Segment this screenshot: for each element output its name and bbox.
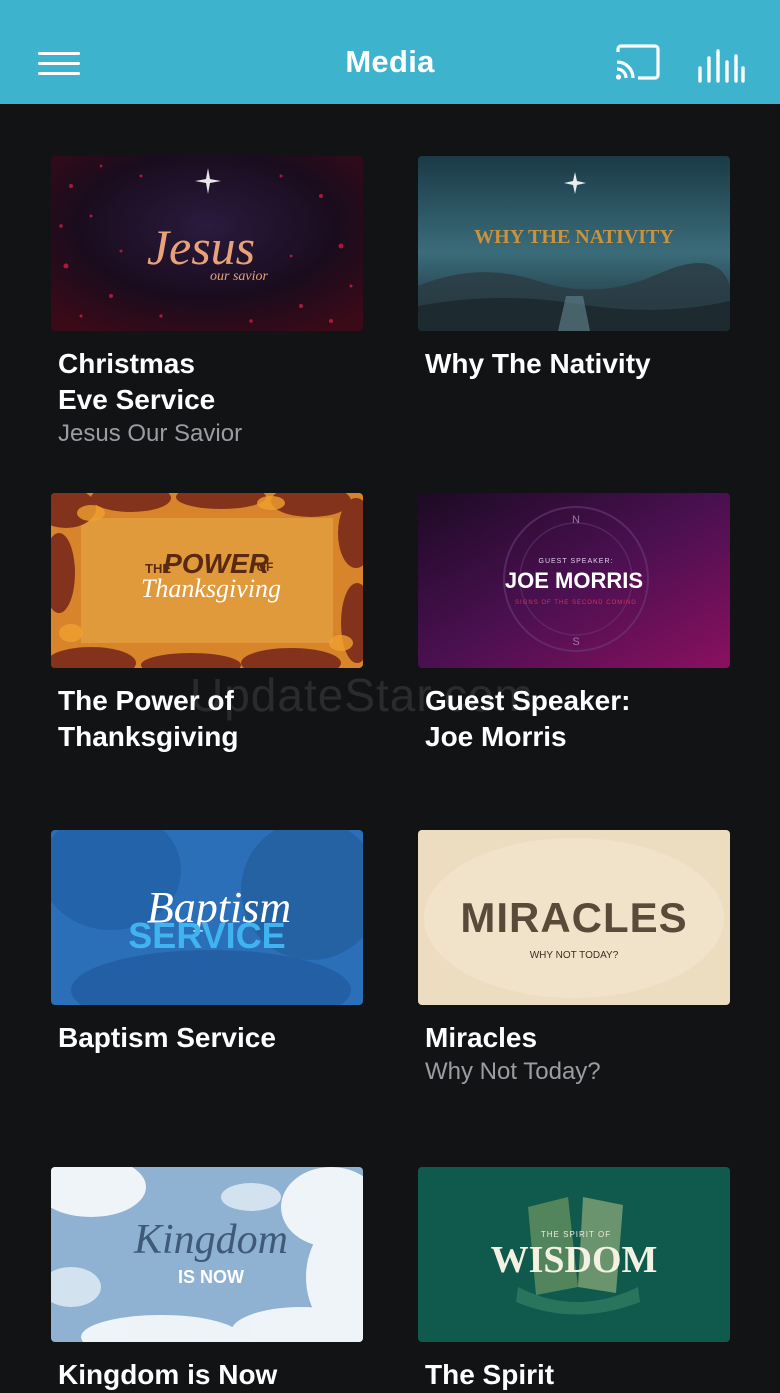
media-thumbnail[interactable]: MIRACLES WHY NOT TODAY?	[418, 830, 730, 1005]
kingdom-artwork: Kingdom IS NOW	[51, 1167, 363, 1342]
nativity-artwork: WHY THE NATIVITY	[418, 156, 730, 331]
svg-text:Jesus: Jesus	[147, 219, 255, 275]
svg-text:SERVICE: SERVICE	[128, 915, 285, 956]
media-thumbnail[interactable]: Jesus our savior	[51, 156, 363, 331]
svg-text:JOE MORRIS: JOE MORRIS	[505, 568, 643, 593]
svg-text:MIRACLES: MIRACLES	[460, 894, 687, 941]
cast-icon	[615, 44, 660, 80]
media-subtitle: Jesus Our Savior	[58, 420, 243, 447]
svg-text:Thanksgiving: Thanksgiving	[141, 574, 281, 603]
wisdom-artwork: THE SPIRIT OF WISDOM	[418, 1167, 730, 1342]
svg-text:S: S	[572, 636, 579, 648]
media-thumbnail[interactable]: Baptism SERVICE	[51, 830, 363, 1005]
media-title: Kingdom is Now	[58, 1359, 278, 1390]
media-title: The Power of Thanksgiving	[58, 685, 239, 752]
media-title: Baptism Service	[58, 1022, 276, 1053]
media-thumbnail[interactable]: WHY THE NATIVITY	[418, 156, 730, 331]
svg-text:SIGNS OF THE SECOND COMING: SIGNS OF THE SECOND COMING	[515, 600, 637, 606]
baptism-artwork: Baptism SERVICE	[51, 830, 363, 1005]
media-title: Why The Nativity	[425, 348, 651, 379]
svg-text:our savior: our savior	[210, 269, 269, 284]
media-title: Guest Speaker: Joe Morris	[425, 685, 631, 752]
svg-text:WHY THE NATIVITY: WHY THE NATIVITY	[474, 226, 674, 248]
svg-text:WHY NOT TODAY?: WHY NOT TODAY?	[530, 950, 619, 961]
svg-text:GUEST SPEAKER:: GUEST SPEAKER:	[539, 558, 614, 565]
media-thumbnail[interactable]: N S GUEST SPEAKER: JOE MORRIS SIGNS OF T…	[418, 493, 730, 668]
app-header: Media	[0, 0, 780, 104]
jesus-artwork: Jesus our savior	[51, 156, 363, 331]
media-title: Miracles	[425, 1022, 538, 1053]
media-subtitle: Why Not Today?	[425, 1058, 601, 1085]
media-title: Christmas Eve Service	[58, 348, 216, 415]
page-title: Media	[345, 44, 435, 79]
equalizer-icon	[698, 49, 745, 83]
svg-text:Kingdom: Kingdom	[133, 1217, 288, 1263]
cast-button[interactable]	[614, 44, 662, 84]
media-title: The Spirit	[425, 1359, 555, 1390]
guest-speaker-artwork: N S GUEST SPEAKER: JOE MORRIS SIGNS OF T…	[418, 493, 730, 668]
audio-bars-button[interactable]	[696, 48, 746, 84]
miracles-artwork: MIRACLES WHY NOT TODAY?	[418, 830, 730, 1005]
svg-text:N: N	[572, 514, 580, 526]
svg-text:THE SPIRIT OF: THE SPIRIT OF	[541, 1230, 611, 1239]
svg-text:IS NOW: IS NOW	[178, 1267, 244, 1287]
thanksgiving-artwork: THE POWER OF Thanksgiving	[51, 493, 363, 668]
media-thumbnail[interactable]: THE SPIRIT OF WISDOM	[418, 1167, 730, 1342]
svg-text:OF: OF	[257, 560, 274, 574]
media-thumbnail[interactable]: Kingdom IS NOW	[51, 1167, 363, 1342]
media-thumbnail[interactable]: THE POWER OF Thanksgiving	[51, 493, 363, 668]
svg-text:WISDOM: WISDOM	[491, 1239, 658, 1281]
